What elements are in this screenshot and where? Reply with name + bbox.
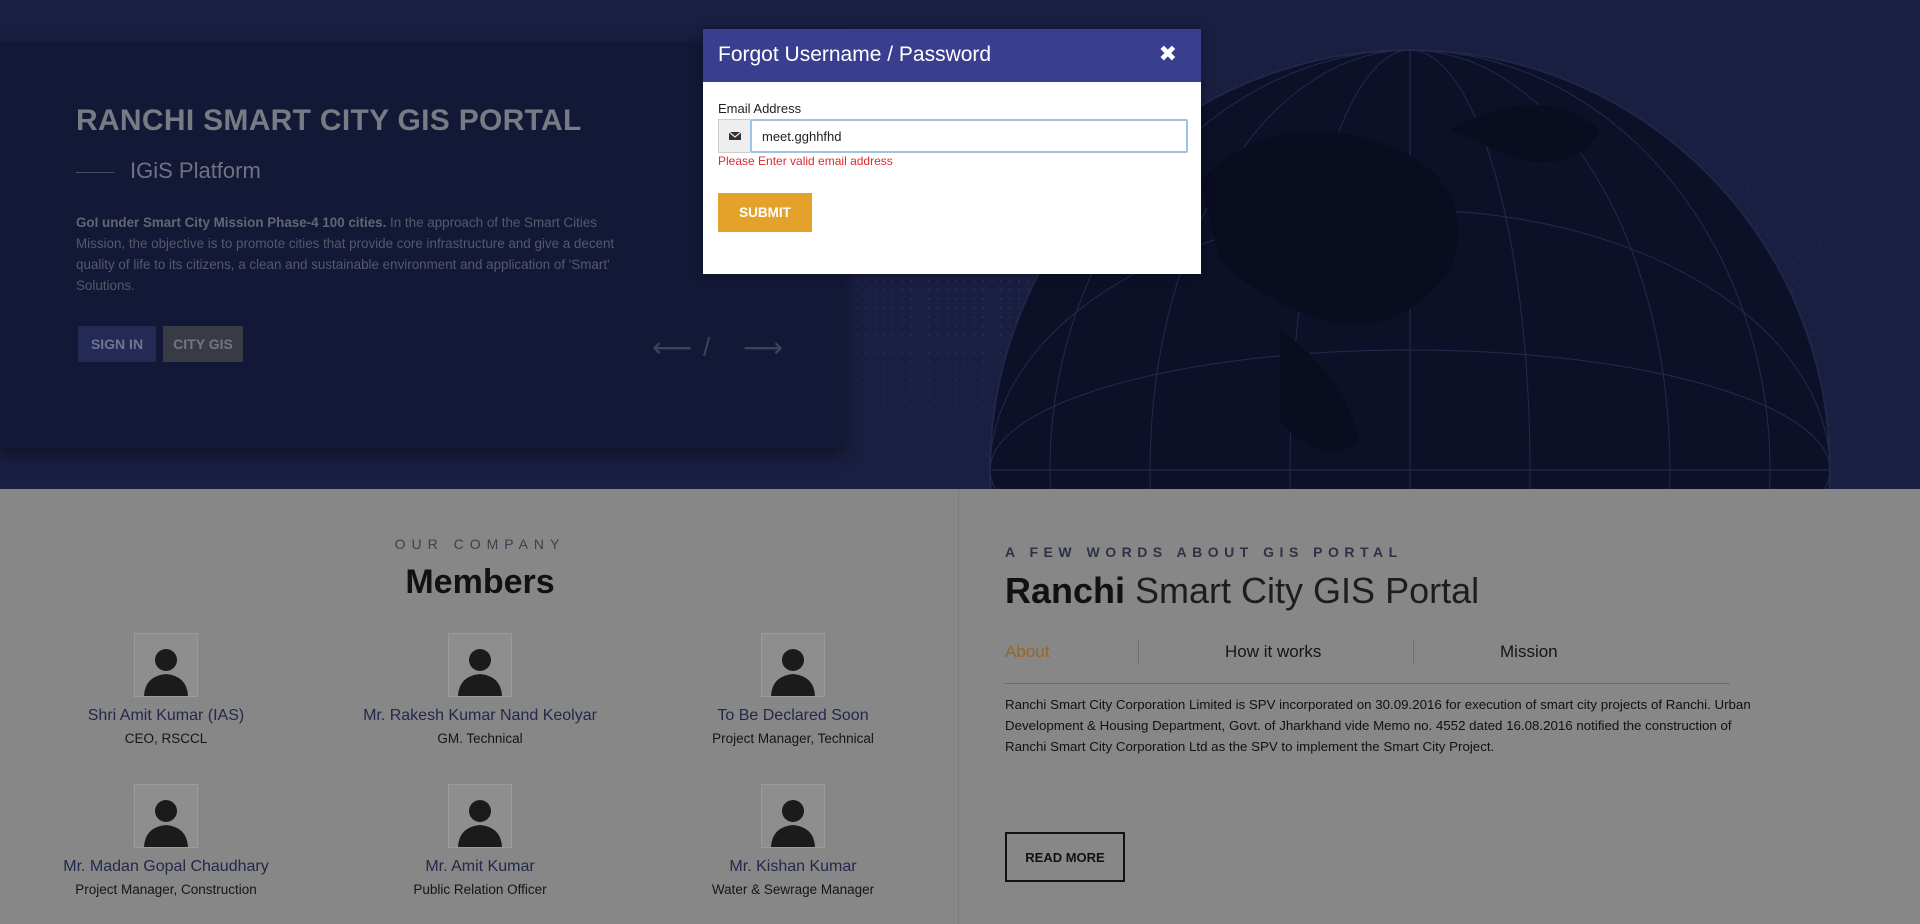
slider-next-icon[interactable]: ⟶	[743, 331, 783, 364]
tab-mission[interactable]: Mission	[1500, 642, 1558, 662]
about-title-bold: Ranchi	[1005, 570, 1126, 611]
forgot-password-modal: Forgot Username / Password ✖ Email Addre…	[703, 29, 1201, 274]
member-card: To Be Declared Soon Project Manager, Tec…	[643, 633, 943, 746]
modal-header: Forgot Username / Password ✖	[703, 29, 1201, 82]
member-role: CEO, RSCCL	[124, 731, 208, 746]
city-gis-button[interactable]: CITY GIS	[163, 326, 243, 362]
hero-description-bold: GoI under Smart City Mission Phase-4 100…	[76, 215, 387, 230]
close-icon[interactable]: ✖	[1159, 43, 1177, 65]
member-card: Mr. Kishan Kumar Water & Sewrage Manager	[643, 784, 943, 897]
avatar-icon	[134, 784, 198, 848]
slider-prev-icon[interactable]: ⟵	[652, 331, 692, 364]
hero-subtitle: IGiS Platform	[130, 158, 261, 183]
about-kicker: A FEW WORDS ABOUT GIS PORTAL	[1005, 544, 1403, 560]
member-role: Project Manager, Construction	[75, 882, 257, 897]
email-input-group	[718, 119, 1188, 153]
members-title: Members	[405, 563, 555, 601]
sign-in-button[interactable]: SIGN IN	[78, 326, 156, 362]
read-more-button[interactable]: READ MORE	[1005, 832, 1125, 882]
company-kicker: OUR COMPANY	[394, 536, 566, 552]
modal-title: Forgot Username / Password	[718, 43, 992, 66]
slider-separator: /	[703, 332, 711, 362]
avatar-icon	[761, 784, 825, 848]
tab-separator	[1138, 639, 1139, 665]
member-role: Public Relation Officer	[413, 882, 547, 897]
member-name: Shri Amit Kumar (IAS)	[87, 707, 245, 724]
member-role: GM. Technical	[437, 731, 523, 746]
email-error-message: Please Enter valid email address	[718, 154, 893, 168]
email-input[interactable]	[750, 119, 1188, 153]
avatar-icon	[134, 633, 198, 697]
envelope-icon	[718, 119, 750, 153]
avatar-icon	[761, 633, 825, 697]
member-card: Mr. Madan Gopal Chaudhary Project Manage…	[16, 784, 316, 897]
about-text: Ranchi Smart City Corporation Limited is…	[1005, 697, 1751, 754]
hero-subtitle-line	[76, 172, 114, 173]
hero-title: RANCHI SMART CITY GIS PORTAL	[76, 104, 582, 137]
member-role: Project Manager, Technical	[712, 731, 874, 746]
about-tabs: About How it works Mission	[1005, 632, 1730, 684]
submit-button[interactable]: SUBMIT	[718, 193, 812, 232]
member-card: Shri Amit Kumar (IAS) CEO, RSCCL	[16, 633, 316, 746]
member-role: Water & Sewrage Manager	[711, 882, 875, 897]
member-name: To Be Declared Soon	[717, 707, 869, 724]
email-label: Email Address	[718, 101, 802, 116]
tab-how-it-works[interactable]: How it works	[1225, 642, 1321, 662]
avatar-icon	[448, 784, 512, 848]
member-name: Mr. Kishan Kumar	[729, 858, 857, 875]
section-divider	[958, 489, 959, 924]
member-card: Mr. Rakesh Kumar Nand Keolyar GM. Techni…	[330, 633, 630, 746]
hero-description: GoI under Smart City Mission Phase-4 100…	[76, 212, 621, 296]
member-name: Mr. Rakesh Kumar Nand Keolyar	[363, 707, 597, 724]
about-title-rest: Smart City GIS Portal	[1125, 570, 1480, 611]
about-title: Ranchi Smart City GIS Portal	[1005, 570, 1479, 612]
tab-about[interactable]: About	[1005, 642, 1049, 662]
member-card: Mr. Amit Kumar Public Relation Officer	[330, 784, 630, 897]
member-name: Mr. Madan Gopal Chaudhary	[63, 858, 269, 875]
member-name: Mr. Amit Kumar	[425, 858, 535, 875]
avatar-icon	[448, 633, 512, 697]
tab-separator	[1413, 639, 1414, 665]
